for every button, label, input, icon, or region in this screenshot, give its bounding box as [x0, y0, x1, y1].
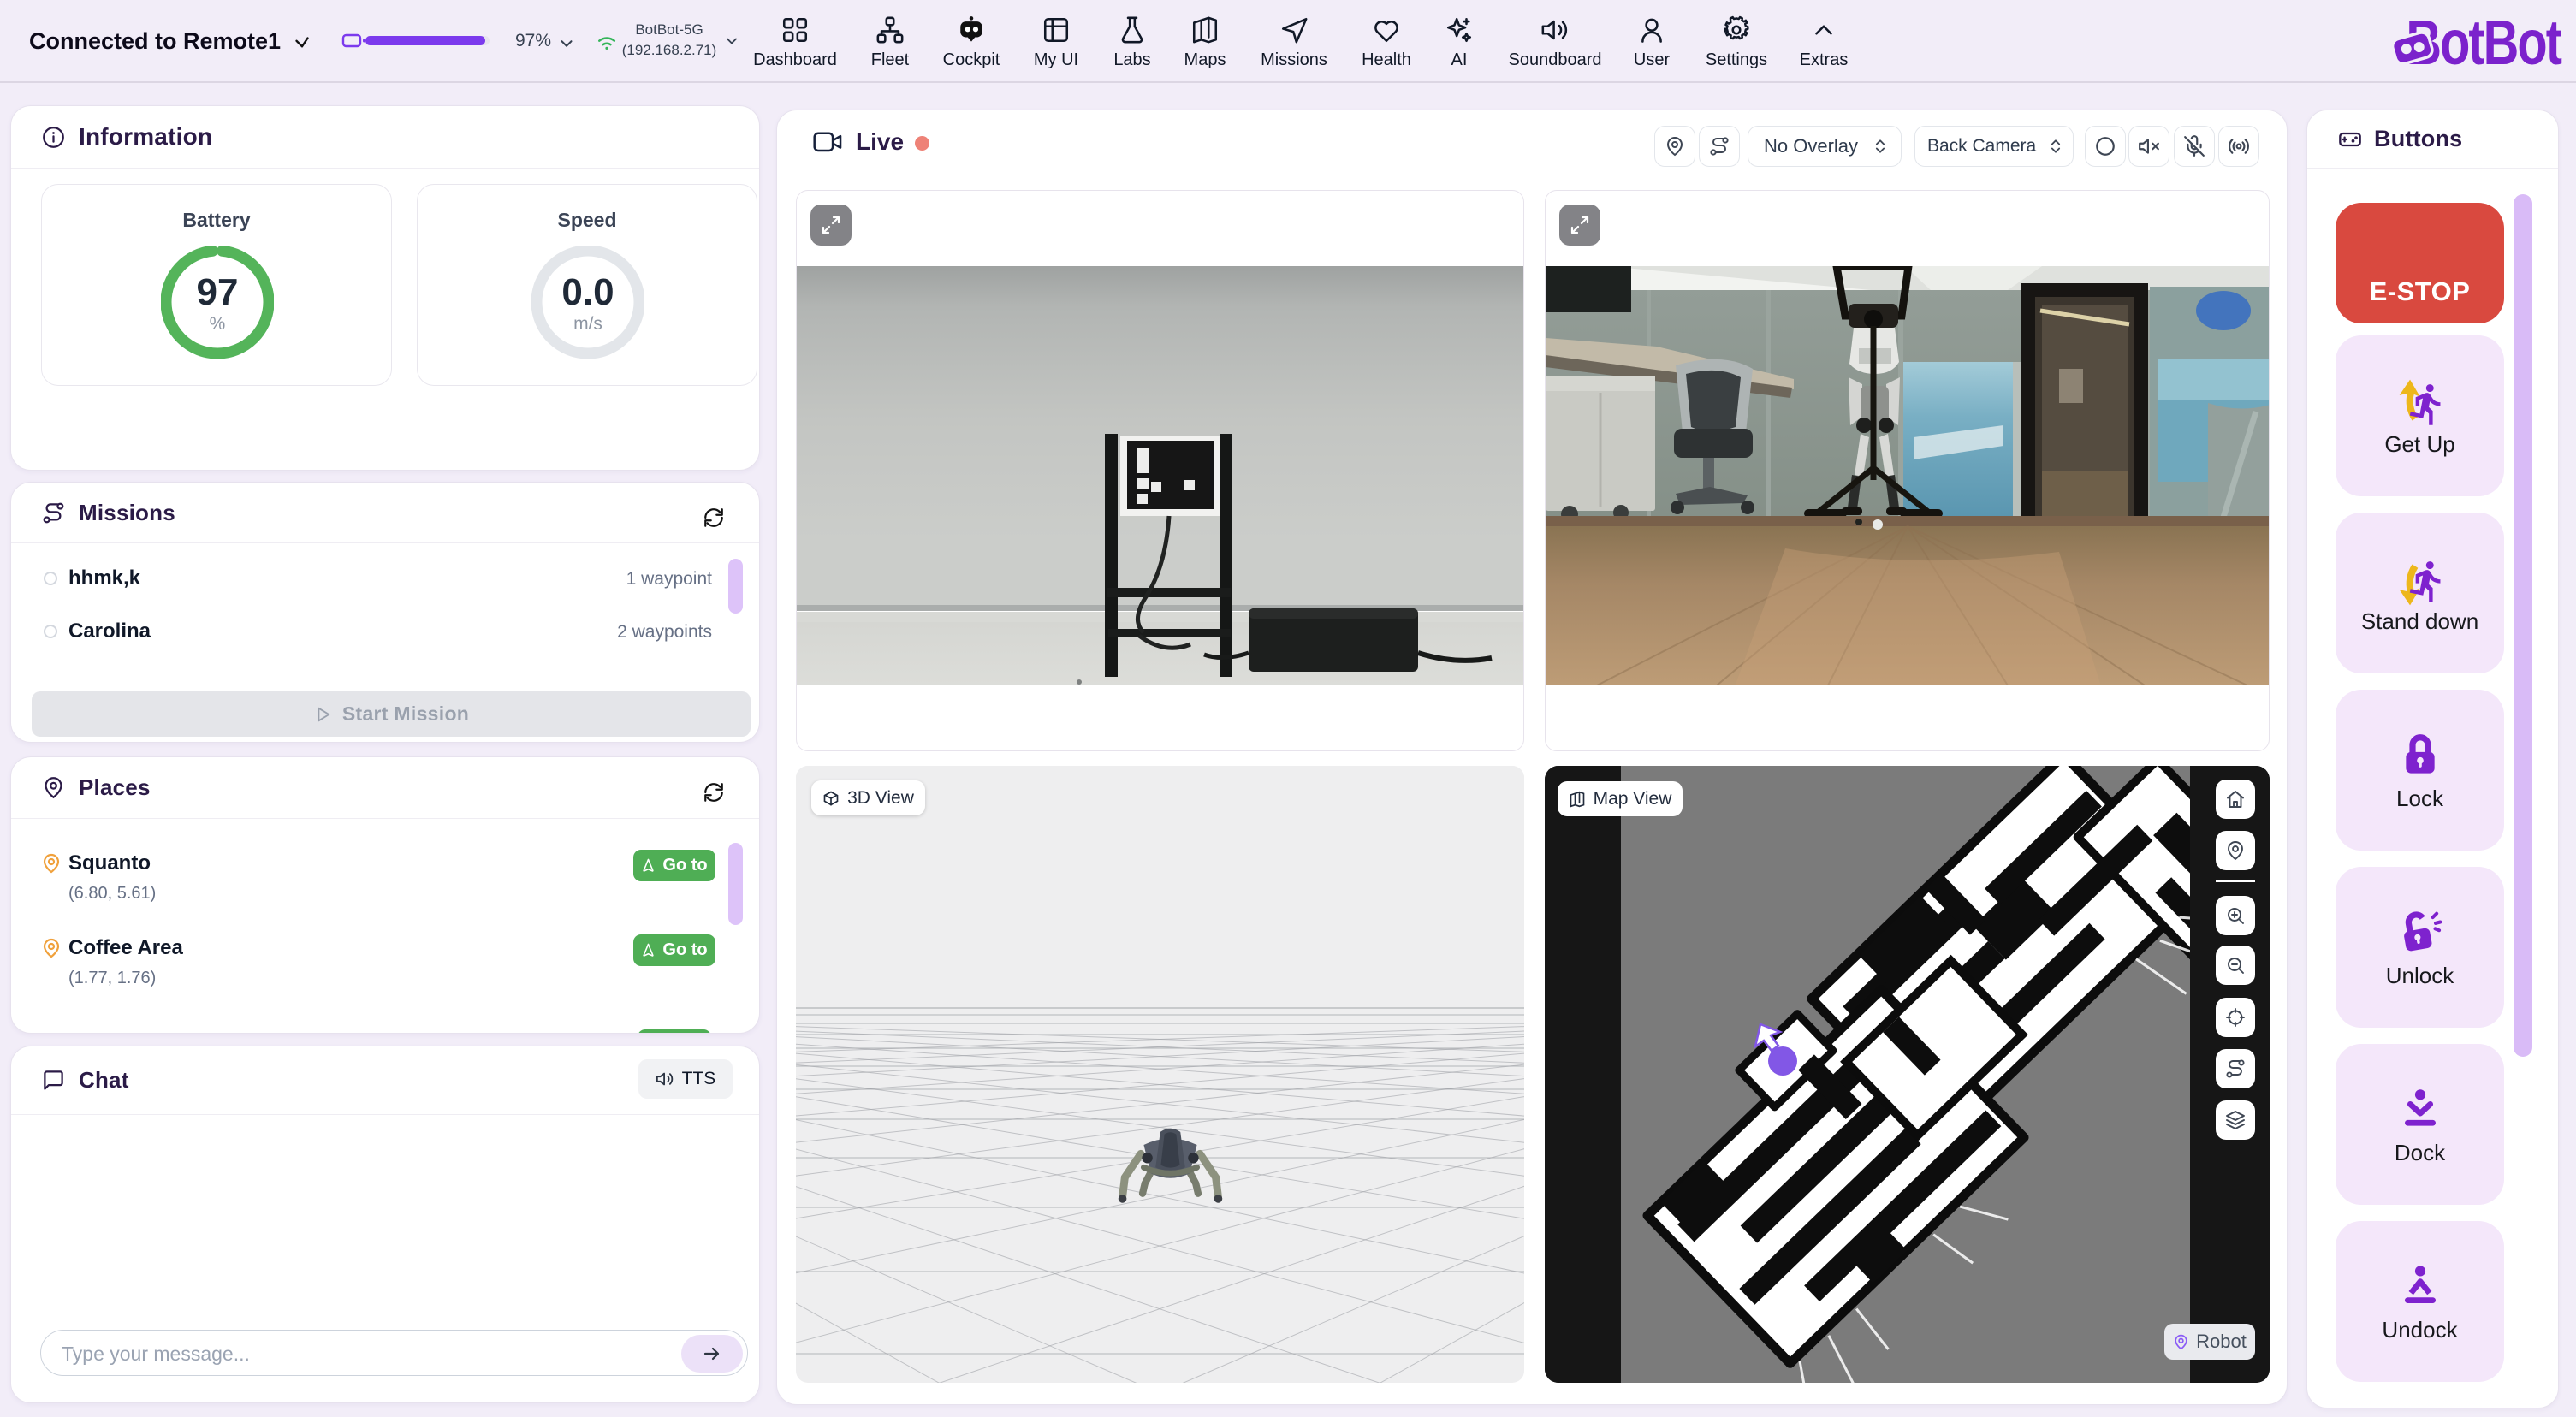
svg-text:0.0: 0.0: [561, 271, 614, 313]
svg-text:m/s: m/s: [573, 314, 602, 334]
svg-text:97: 97: [197, 271, 239, 313]
svg-text:%: %: [210, 314, 226, 334]
